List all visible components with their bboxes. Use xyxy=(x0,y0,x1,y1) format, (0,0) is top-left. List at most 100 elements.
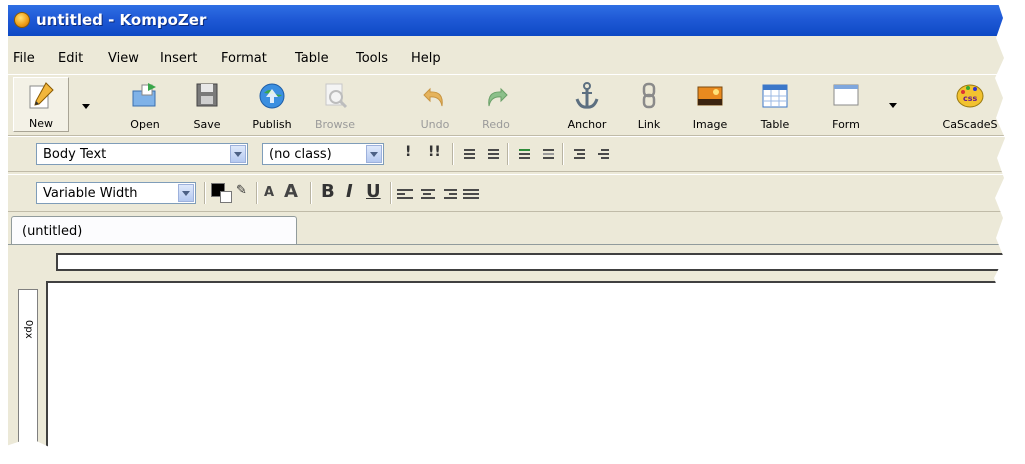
paragraph-style-dropdown-icon[interactable] xyxy=(230,145,246,163)
image-label: Image xyxy=(692,118,728,131)
font-select[interactable]: Variable Width xyxy=(36,182,196,204)
bullet-list-icon[interactable] xyxy=(483,147,499,161)
definition-description-icon[interactable] xyxy=(593,147,609,161)
format-toolbar-1: Body Text (no class) ! !! xyxy=(8,136,1025,172)
anchor-label: Anchor xyxy=(567,118,607,131)
kompozer-app-icon xyxy=(14,12,30,28)
redo-arrow-icon xyxy=(488,87,508,107)
background-color-swatch[interactable] xyxy=(220,191,232,203)
vertical-ruler: 0px xyxy=(18,289,38,464)
table-grid-icon xyxy=(762,84,788,108)
menu-insert[interactable]: Insert xyxy=(160,51,197,66)
tab-untitled-label: (untitled) xyxy=(22,224,83,239)
open-button[interactable]: Open xyxy=(114,79,176,133)
toolbar-separator xyxy=(390,182,392,204)
new-button[interactable]: New xyxy=(13,77,69,132)
menu-file[interactable]: File xyxy=(13,51,35,66)
ruler-area xyxy=(8,245,1025,280)
undo-arrow-icon xyxy=(423,87,443,107)
redo-label: Redo xyxy=(482,118,510,131)
document-editor[interactable] xyxy=(46,281,1025,464)
svg-text:css: css xyxy=(963,94,978,103)
kompozer-window: untitled - KompoZer File Edit View Inser… xyxy=(8,5,1025,464)
open-label: Open xyxy=(130,118,160,131)
link-button[interactable]: Link xyxy=(618,79,680,133)
toolbar-separator xyxy=(204,182,206,204)
underline-button[interactable]: U xyxy=(366,181,381,202)
browse-button[interactable]: Browse xyxy=(304,79,366,133)
outdent-icon[interactable] xyxy=(538,147,554,161)
anchor-button[interactable]: Anchor xyxy=(556,79,618,133)
undo-label: Undo xyxy=(420,118,450,131)
form-label: Form xyxy=(832,118,860,131)
browse-label: Browse xyxy=(314,118,356,131)
toolbar-separator xyxy=(507,143,509,165)
font-dropdown-icon[interactable] xyxy=(178,184,194,202)
document-tab-strip: (untitled) xyxy=(8,214,1025,245)
image-button[interactable]: Image xyxy=(679,79,741,133)
align-left-icon[interactable] xyxy=(397,187,413,201)
new-label: New xyxy=(29,117,53,130)
undo-button[interactable]: Undo xyxy=(404,79,466,133)
paragraph-style-value: Body Text xyxy=(43,147,107,162)
menu-view[interactable]: View xyxy=(108,51,139,66)
form-window-icon xyxy=(833,84,859,106)
new-dropdown-arrow-icon[interactable] xyxy=(82,104,90,109)
bold-button[interactable]: B xyxy=(321,181,335,202)
emphasis-icon[interactable]: ! xyxy=(405,144,411,160)
menu-tools[interactable]: Tools xyxy=(356,51,388,66)
vertical-ruler-unit: 0px xyxy=(23,320,34,339)
link-chain-icon xyxy=(642,82,656,109)
align-center-icon[interactable] xyxy=(419,187,435,201)
format-toolbar-2: Variable Width ✎ A A B I U xyxy=(8,174,1025,212)
save-label: Save xyxy=(193,118,221,131)
menu-edit[interactable]: Edit xyxy=(58,51,83,66)
class-select[interactable]: (no class) xyxy=(262,143,384,165)
publish-button[interactable]: Publish xyxy=(241,79,303,133)
composition-toolbar: New Open Save Publish Browse Undo Redo A… xyxy=(8,74,1025,136)
title-bar: untitled - KompoZer xyxy=(8,5,1025,36)
redo-button[interactable]: Redo xyxy=(465,79,527,133)
menu-format[interactable]: Format xyxy=(221,51,267,66)
class-dropdown-icon[interactable] xyxy=(366,145,382,163)
link-label: Link xyxy=(637,118,661,131)
indent-icon[interactable] xyxy=(514,147,530,161)
tab-untitled[interactable]: (untitled) xyxy=(11,216,297,244)
class-value: (no class) xyxy=(269,147,332,162)
form-dropdown-arrow-icon[interactable] xyxy=(889,103,897,108)
save-button[interactable]: Save xyxy=(176,79,238,133)
smaller-text-icon[interactable]: A xyxy=(264,185,274,200)
table-label: Table xyxy=(760,118,790,131)
editor-area: 0px xyxy=(8,281,1025,464)
table-button[interactable]: Table xyxy=(744,79,806,133)
larger-text-icon[interactable]: A xyxy=(284,181,298,202)
menu-bar: File Edit View Insert Format Table Tools… xyxy=(8,46,1025,70)
save-floppy-icon xyxy=(196,83,218,107)
anchor-icon xyxy=(575,82,599,109)
highlight-pencil-icon[interactable]: ✎ xyxy=(236,183,247,198)
new-page-icon xyxy=(29,82,54,109)
toolbar-separator xyxy=(452,143,454,165)
open-folder-icon xyxy=(132,83,156,107)
window-title: untitled - KompoZer xyxy=(36,11,207,29)
form-button[interactable]: Form xyxy=(815,79,877,133)
definition-term-icon[interactable] xyxy=(569,147,585,161)
css-palette-icon: css xyxy=(956,84,984,108)
toolbar-separator xyxy=(256,182,258,204)
cascades-button[interactable]: css CaScadeS xyxy=(935,79,1005,133)
browse-magnifier-icon xyxy=(325,83,348,109)
align-right-icon[interactable] xyxy=(441,187,457,201)
strong-emphasis-icon[interactable]: !! xyxy=(428,144,441,160)
publish-label: Publish xyxy=(252,118,292,131)
publish-globe-icon xyxy=(259,83,285,109)
paragraph-style-select[interactable]: Body Text xyxy=(36,143,248,165)
italic-button[interactable]: I xyxy=(346,181,353,202)
menu-table[interactable]: Table xyxy=(295,51,329,66)
toolbar-separator xyxy=(310,182,312,204)
justify-icon[interactable] xyxy=(463,187,479,201)
image-picture-icon xyxy=(697,86,723,106)
horizontal-ruler xyxy=(56,253,1025,271)
numbered-list-icon[interactable] xyxy=(459,147,475,161)
menu-help[interactable]: Help xyxy=(411,51,441,66)
font-value: Variable Width xyxy=(43,186,138,201)
